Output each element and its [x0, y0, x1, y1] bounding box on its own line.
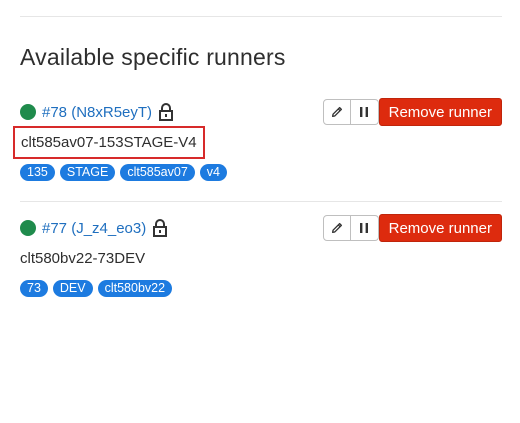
runner-name: clt585av07-153STAGE-V4: [13, 126, 205, 159]
tag-badge: 135: [20, 164, 55, 181]
remove-runner-button[interactable]: Remove runner: [378, 214, 502, 242]
tag-badge: clt585av07: [120, 164, 195, 181]
runner-name: clt580bv22-73DEV: [20, 250, 146, 267]
section-title: Available specific runners: [20, 44, 286, 70]
runner-link[interactable]: #77 (J_z4_eo3): [42, 220, 146, 237]
tag-badge: DEV: [52, 280, 93, 297]
pencil-icon: [331, 106, 342, 118]
tag-badge: v4: [199, 164, 227, 181]
runner-actions: Remove runner: [322, 214, 502, 242]
runner-tags: 135 STAGE clt585av07 v4: [20, 164, 227, 181]
edit-runner-button[interactable]: [322, 215, 351, 241]
pause-runner-button[interactable]: [350, 99, 379, 125]
runner-tags: 73 DEV clt580bv22: [20, 280, 173, 297]
status-online-icon: [20, 220, 36, 236]
pause-icon: [360, 223, 369, 233]
tag-badge: STAGE: [59, 164, 116, 181]
runner-header: #77 (J_z4_eo3): [20, 214, 168, 242]
pause-icon: [360, 107, 369, 117]
remove-runner-button[interactable]: Remove runner: [378, 98, 502, 126]
runner-actions: Remove runner: [322, 98, 502, 126]
lock-icon: [152, 218, 168, 238]
edit-runner-button[interactable]: [322, 99, 351, 125]
pause-runner-button[interactable]: [350, 215, 379, 241]
top-divider: [20, 16, 502, 17]
tag-badge: clt580bv22: [97, 280, 173, 297]
status-online-icon: [20, 104, 36, 120]
runner-divider: [20, 201, 502, 202]
lock-icon: [158, 102, 174, 122]
tag-badge: 73: [20, 280, 48, 297]
pencil-icon: [331, 222, 342, 234]
runner-header: #78 (N8xR5eyT): [20, 98, 174, 126]
runner-link[interactable]: #78 (N8xR5eyT): [42, 104, 152, 121]
